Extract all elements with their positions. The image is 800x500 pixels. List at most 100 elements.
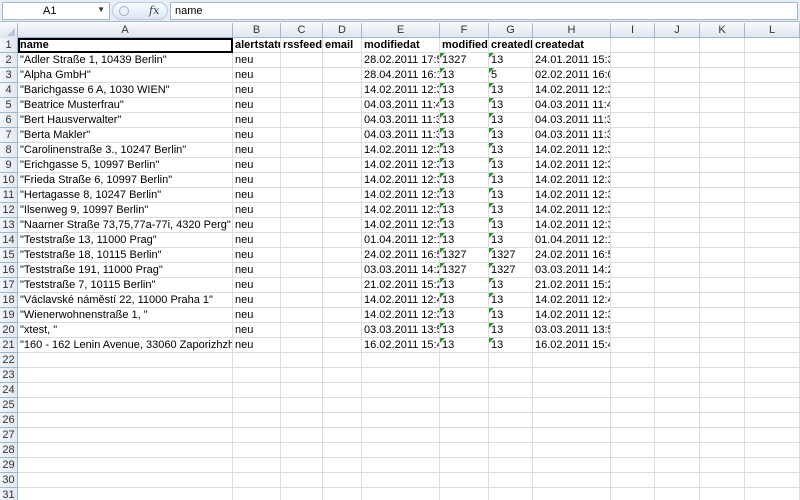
cell-h11[interactable]: 14.02.2011 12:36 xyxy=(533,188,611,203)
column-header-f[interactable]: F xyxy=(440,23,489,38)
cell-c2[interactable] xyxy=(281,53,323,68)
cell-i23[interactable] xyxy=(611,368,655,383)
cell-d10[interactable] xyxy=(323,173,362,188)
cell-k19[interactable] xyxy=(700,308,745,323)
cell-e9[interactable]: 14.02.2011 12:35 xyxy=(362,158,440,173)
cell-d28[interactable] xyxy=(323,443,362,458)
cell-e4[interactable]: 14.02.2011 12:33 xyxy=(362,83,440,98)
cell-k11[interactable] xyxy=(700,188,745,203)
row-header[interactable]: 5 xyxy=(0,98,18,113)
cell-h21[interactable]: 16.02.2011 15:48 xyxy=(533,338,611,353)
cell-i9[interactable] xyxy=(611,158,655,173)
cell-h15[interactable]: 24.02.2011 16:57 xyxy=(533,248,611,263)
cell-i27[interactable] xyxy=(611,428,655,443)
cell-k8[interactable] xyxy=(700,143,745,158)
cell-j8[interactable] xyxy=(655,143,700,158)
select-all-corner[interactable] xyxy=(0,23,18,38)
cell-l3[interactable] xyxy=(745,68,800,83)
cell-f10[interactable]: 13 xyxy=(440,173,489,188)
cell-g9[interactable]: 13 xyxy=(489,158,533,173)
cell-f20[interactable]: 13 xyxy=(440,323,489,338)
cell-d20[interactable] xyxy=(323,323,362,338)
cell-f9[interactable]: 13 xyxy=(440,158,489,173)
cell-c16[interactable] xyxy=(281,263,323,278)
cell-l14[interactable] xyxy=(745,233,800,248)
cell-k12[interactable] xyxy=(700,203,745,218)
cell-g25[interactable] xyxy=(489,398,533,413)
cell-g17[interactable]: 13 xyxy=(489,278,533,293)
row-header[interactable]: 29 xyxy=(0,458,18,473)
cell-d22[interactable] xyxy=(323,353,362,368)
cell-h6[interactable]: 04.03.2011 11:37 xyxy=(533,113,611,128)
cell-j25[interactable] xyxy=(655,398,700,413)
cell-b22[interactable] xyxy=(233,353,281,368)
row-header[interactable]: 3 xyxy=(0,68,18,83)
cell-c3[interactable] xyxy=(281,68,323,83)
cell-f28[interactable] xyxy=(440,443,489,458)
cell-g3[interactable]: 5 xyxy=(489,68,533,83)
cell-d27[interactable] xyxy=(323,428,362,443)
cell-i13[interactable] xyxy=(611,218,655,233)
cell-a5[interactable]: "Beatrice Musterfrau" xyxy=(18,98,233,113)
cell-j7[interactable] xyxy=(655,128,700,143)
cell-e20[interactable]: 03.03.2011 13:57 xyxy=(362,323,440,338)
cell-c26[interactable] xyxy=(281,413,323,428)
cell-c14[interactable] xyxy=(281,233,323,248)
cell-a25[interactable] xyxy=(18,398,233,413)
cell-i17[interactable] xyxy=(611,278,655,293)
cell-g2[interactable]: 13 xyxy=(489,53,533,68)
cell-f18[interactable]: 13 xyxy=(440,293,489,308)
cell-b16[interactable]: neu xyxy=(233,263,281,278)
insert-function-icon[interactable]: fx xyxy=(149,4,159,17)
cell-d3[interactable] xyxy=(323,68,362,83)
cell-d9[interactable] xyxy=(323,158,362,173)
cell-c11[interactable] xyxy=(281,188,323,203)
cell-h25[interactable] xyxy=(533,398,611,413)
cell-e3[interactable]: 28.04.2011 16:11 xyxy=(362,68,440,83)
column-header-a[interactable]: A xyxy=(18,23,233,38)
cell-l27[interactable] xyxy=(745,428,800,443)
cell-k26[interactable] xyxy=(700,413,745,428)
cell-d21[interactable] xyxy=(323,338,362,353)
cell-a15[interactable]: "Teststraße 18, 10115 Berlin" xyxy=(18,248,233,263)
column-header-k[interactable]: K xyxy=(700,23,745,38)
cell-j11[interactable] xyxy=(655,188,700,203)
cell-i25[interactable] xyxy=(611,398,655,413)
cell-i14[interactable] xyxy=(611,233,655,248)
cell-f6[interactable]: 13 xyxy=(440,113,489,128)
cell-f3[interactable]: 13 xyxy=(440,68,489,83)
cell-j5[interactable] xyxy=(655,98,700,113)
cell-g24[interactable] xyxy=(489,383,533,398)
cell-j30[interactable] xyxy=(655,473,700,488)
cell-l18[interactable] xyxy=(745,293,800,308)
cell-j19[interactable] xyxy=(655,308,700,323)
cell-f30[interactable] xyxy=(440,473,489,488)
cell-j6[interactable] xyxy=(655,113,700,128)
cell-b6[interactable]: neu xyxy=(233,113,281,128)
cell-i6[interactable] xyxy=(611,113,655,128)
cell-l2[interactable] xyxy=(745,53,800,68)
cell-k21[interactable] xyxy=(700,338,745,353)
cell-h26[interactable] xyxy=(533,413,611,428)
cell-j22[interactable] xyxy=(655,353,700,368)
cell-l22[interactable] xyxy=(745,353,800,368)
cell-g15[interactable]: 1327 xyxy=(489,248,533,263)
cell-j17[interactable] xyxy=(655,278,700,293)
cell-j14[interactable] xyxy=(655,233,700,248)
cell-j28[interactable] xyxy=(655,443,700,458)
row-header[interactable]: 18 xyxy=(0,293,18,308)
cell-a26[interactable] xyxy=(18,413,233,428)
cell-i18[interactable] xyxy=(611,293,655,308)
cell-b24[interactable] xyxy=(233,383,281,398)
row-header[interactable]: 11 xyxy=(0,188,18,203)
cell-h13[interactable]: 14.02.2011 12:37 xyxy=(533,218,611,233)
cell-i1[interactable] xyxy=(611,38,655,53)
cell-j16[interactable] xyxy=(655,263,700,278)
cell-h18[interactable]: 14.02.2011 12:40 xyxy=(533,293,611,308)
cell-a8[interactable]: "Carolinenstraße 3., 10247 Berlin" xyxy=(18,143,233,158)
cell-a20[interactable]: "xtest, " xyxy=(18,323,233,338)
cell-j26[interactable] xyxy=(655,413,700,428)
cell-b3[interactable]: neu xyxy=(233,68,281,83)
row-header[interactable]: 13 xyxy=(0,218,18,233)
cell-c8[interactable] xyxy=(281,143,323,158)
